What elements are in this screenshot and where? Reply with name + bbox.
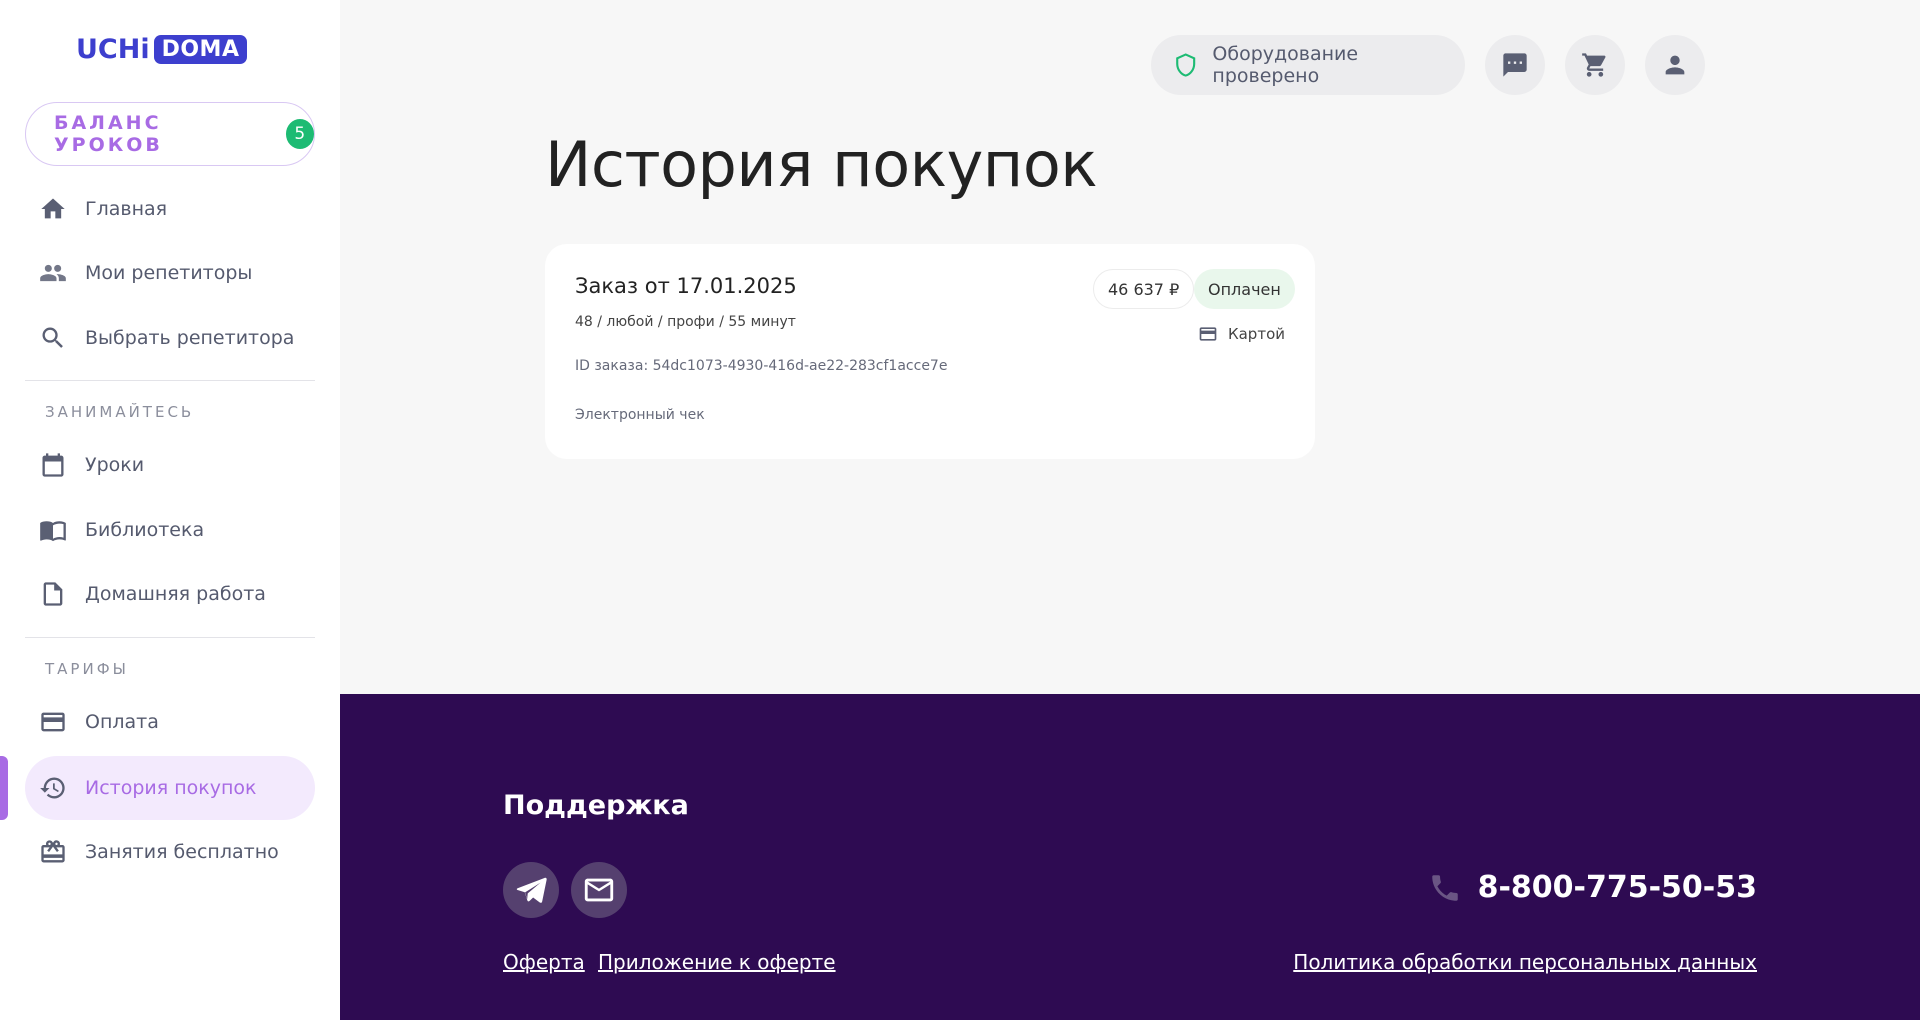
document-icon <box>43 582 63 606</box>
chat-icon <box>1503 53 1527 77</box>
user-icon <box>1665 55 1685 75</box>
telegram-button[interactable] <box>503 862 559 918</box>
sidebar-item-label: Библиотека <box>85 519 205 541</box>
sidebar-item-label: Мои репетиторы <box>85 262 253 284</box>
payment-method-label: Картой <box>1227 325 1285 343</box>
phone-icon <box>1431 874 1458 901</box>
sidebar-item-label: История покупок <box>85 777 257 799</box>
balance-count-badge: 5 <box>285 119 314 149</box>
telegram-icon <box>516 877 547 903</box>
privacy-policy-link[interactable]: Политика обработки персональных данных <box>1293 950 1757 974</box>
credit-card-icon <box>41 712 65 732</box>
cart-button[interactable] <box>1565 35 1625 95</box>
people-icon <box>40 264 66 282</box>
order-title: Заказ от 17.01.2025 <box>575 274 797 298</box>
sidebar-item-payment[interactable]: Оплата <box>25 690 315 754</box>
profile-button[interactable] <box>1645 35 1705 95</box>
offer-appendix-link[interactable]: Приложение к оферте <box>598 950 836 974</box>
sidebar-item-label: Домашняя работа <box>85 583 266 605</box>
divider <box>25 380 315 381</box>
logo-uchi: UCHi <box>76 33 150 65</box>
cart-icon <box>1582 53 1606 77</box>
support-phone[interactable]: 8-800-775-50-53 <box>1428 870 1757 905</box>
sidebar-item-label: Занятия бесплатно <box>85 841 279 863</box>
support-title: Поддержка <box>503 790 689 821</box>
book-icon <box>40 521 66 542</box>
order-id: ID заказа: 54dc1073-4930-416d-ae22-283cf… <box>575 358 948 374</box>
phone-number: 8-800-775-50-53 <box>1477 870 1757 905</box>
sidebar-item-purchase-history[interactable]: История покупок <box>25 756 315 820</box>
sidebar-item-my-tutors[interactable]: Мои репетиторы <box>25 241 315 305</box>
order-card: Заказ от 17.01.2025 48 / любой / профи /… <box>545 244 1315 459</box>
status-badge: Оплачен <box>1194 269 1295 309</box>
sidebar-item-label: Оплата <box>85 711 159 733</box>
credit-card-icon <box>1199 327 1217 341</box>
electronic-receipt-link[interactable]: Электронный чек <box>575 407 705 423</box>
active-indicator <box>0 756 8 820</box>
balance-label: БАЛАНС УРОКОВ <box>54 112 163 156</box>
shield-check-icon <box>1176 53 1196 77</box>
sidebar-item-find-tutor[interactable]: Выбрать репетитора <box>25 306 315 370</box>
equipment-status-text: Оборудование проверено <box>1212 43 1359 87</box>
sidebar-item-label: Выбрать репетитора <box>85 327 295 349</box>
sidebar-item-free-lessons[interactable]: Занятия бесплатно <box>25 820 315 884</box>
sidebar-item-label: Главная <box>85 198 168 220</box>
equipment-check-button[interactable]: Оборудование проверено <box>1151 35 1465 95</box>
sidebar-item-label: Уроки <box>85 454 145 476</box>
sidebar-item-home[interactable]: Главная <box>25 177 315 241</box>
chat-button[interactable] <box>1485 35 1545 95</box>
footer: Поддержка 8-800-775-50-53 Оферта Приложе… <box>340 694 1920 1020</box>
lesson-balance-button[interactable]: БАЛАНС УРОКОВ 5 <box>25 102 315 166</box>
sidebar-item-library[interactable]: Библиотека <box>25 498 315 562</box>
divider <box>25 637 315 638</box>
payment-method: Картой <box>1198 324 1285 344</box>
email-button[interactable] <box>571 862 627 918</box>
page-title: История покупок <box>545 128 1098 201</box>
calendar-icon <box>42 453 64 477</box>
mail-icon <box>584 878 614 902</box>
search-icon <box>42 327 63 348</box>
history-icon <box>40 777 65 799</box>
sidebar: UCHi DOMA БАЛАНС УРОКОВ 5 Главная Мои ре… <box>0 0 340 1020</box>
sidebar-item-homework[interactable]: Домашняя работа <box>25 562 315 626</box>
sidebar-item-lessons[interactable]: Уроки <box>25 433 315 497</box>
order-details: 48 / любой / профи / 55 минут <box>575 314 796 330</box>
section-title-tariffs: ТАРИФЫ <box>45 660 129 678</box>
section-title-study: ЗАНИМАЙТЕСЬ <box>45 403 195 421</box>
logo[interactable]: UCHi DOMA <box>76 32 248 66</box>
gift-icon <box>41 840 65 863</box>
logo-doma: DOMA <box>153 34 248 64</box>
home-icon <box>41 198 65 219</box>
order-price: 46 637 ₽ <box>1093 269 1195 309</box>
offer-link[interactable]: Оферта <box>503 950 585 974</box>
